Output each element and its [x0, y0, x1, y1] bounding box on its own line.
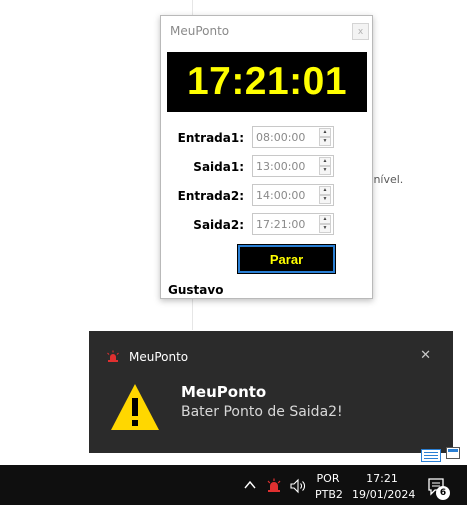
spin-down-icon[interactable]: ▼ — [319, 195, 331, 204]
warning-icon — [111, 384, 159, 430]
toast-app-name: MeuPonto — [129, 350, 189, 364]
spin-up-icon[interactable]: ▲ — [319, 157, 331, 166]
alarm-icon[interactable] — [266, 478, 282, 494]
stop-button[interactable]: Parar — [237, 244, 336, 274]
list-view-icon[interactable] — [421, 449, 441, 462]
field-label: Saida1: — [193, 160, 244, 174]
stop-button-label: Parar — [269, 251, 304, 267]
window-title: MeuPonto — [170, 24, 230, 38]
field-row-saida2: Saida2: 17:21:00 ▲ ▼ — [161, 213, 372, 237]
time-value: 08:00:00 — [256, 131, 306, 144]
keyboard-layout: PTB2 — [315, 488, 343, 501]
saida1-time-input[interactable]: 13:00:00 ▲ ▼ — [252, 155, 334, 177]
toast-message: Bater Ponto de Saida2! — [181, 404, 343, 420]
entrada1-time-input[interactable]: 08:00:00 ▲ ▼ — [252, 126, 334, 148]
volume-icon[interactable] — [289, 478, 307, 494]
toast-notification[interactable]: MeuPonto ✕ MeuPonto Bater Ponto de Saida… — [89, 331, 453, 453]
field-row-entrada1: Entrada1: 08:00:00 ▲ ▼ — [161, 126, 372, 150]
taskbar-time: 17:21 — [366, 472, 398, 485]
user-name: Gustavo — [168, 283, 224, 297]
field-row-entrada2: Entrada2: 14:00:00 ▲ ▼ — [161, 184, 372, 208]
chevron-up-icon[interactable] — [243, 478, 257, 492]
time-value: 14:00:00 — [256, 189, 306, 202]
window-titlebar[interactable]: MeuPonto x — [161, 16, 372, 48]
field-label: Entrada2: — [177, 189, 244, 203]
spin-up-icon[interactable]: ▲ — [319, 215, 331, 224]
spin-down-icon[interactable]: ▼ — [319, 166, 331, 175]
saida2-time-input[interactable]: 17:21:00 ▲ ▼ — [252, 213, 334, 235]
meuponto-window: MeuPonto x 17:21:01 Entrada1: 08:00:00 ▲… — [160, 15, 373, 299]
spin-up-icon[interactable]: ▲ — [319, 186, 331, 195]
clock-time: 17:21:01 — [186, 60, 348, 103]
taskbar: POR PTB2 17:21 19/01/2024 6 — [0, 465, 467, 505]
toast-close-button[interactable]: ✕ — [420, 348, 431, 363]
clock-display: 17:21:01 — [167, 52, 367, 112]
entrada2-time-input[interactable]: 14:00:00 ▲ ▼ — [252, 184, 334, 206]
field-row-saida1: Saida1: 13:00:00 ▲ ▼ — [161, 155, 372, 179]
spin-down-icon[interactable]: ▼ — [319, 224, 331, 233]
language-code: POR — [316, 472, 340, 485]
time-value: 13:00:00 — [256, 160, 306, 173]
close-icon: x — [357, 26, 364, 37]
spin-up-icon[interactable]: ▲ — [319, 128, 331, 137]
toast-title: MeuPonto — [181, 383, 267, 401]
alarm-icon — [107, 350, 119, 362]
notification-count-badge: 6 — [436, 486, 450, 500]
spin-down-icon[interactable]: ▼ — [319, 137, 331, 146]
taskbar-clock[interactable]: 17:21 19/01/2024 — [352, 471, 416, 503]
taskbar-date: 19/01/2024 — [352, 488, 416, 501]
window-close-button[interactable]: x — [352, 23, 369, 40]
field-label: Saida2: — [193, 218, 244, 232]
time-value: 17:21:00 — [256, 218, 306, 231]
field-label: Entrada1: — [177, 131, 244, 145]
window-icon[interactable] — [446, 447, 460, 459]
language-indicator[interactable]: POR PTB2 — [315, 471, 343, 503]
